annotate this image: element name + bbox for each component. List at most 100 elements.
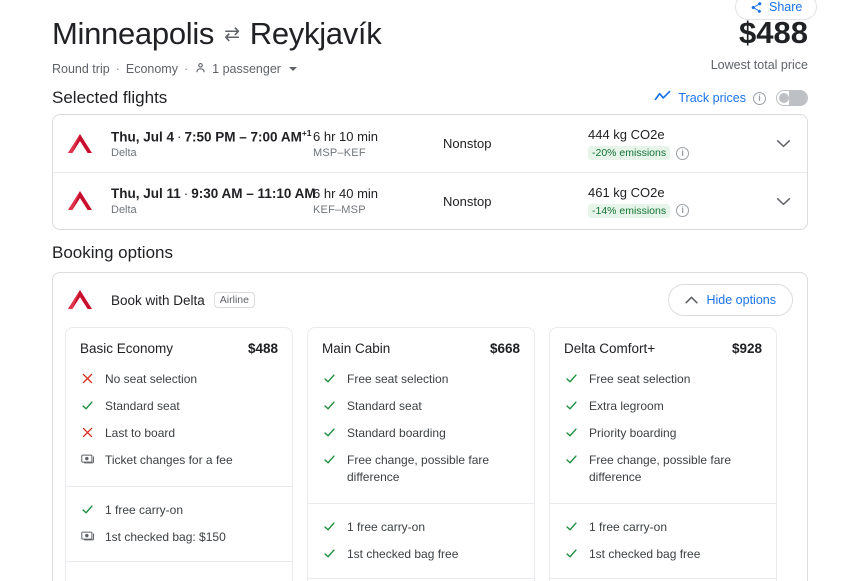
fare-feature-label: Free seat selection xyxy=(347,371,448,388)
flight-row[interactable]: Thu, Jul 4·7:50 PM – 7:00 AM+1Delta6 hr … xyxy=(53,115,807,172)
expand-flight-button[interactable] xyxy=(765,139,791,148)
fare-feature-label: Free seat selection xyxy=(589,371,690,388)
fare-feature: Priority boarding xyxy=(564,420,762,447)
duration-value: 6 hr 10 min xyxy=(313,129,443,144)
check-icon xyxy=(80,502,95,516)
cross-icon xyxy=(80,425,95,439)
emissions-badge: -14% emissions xyxy=(588,204,670,218)
airline-name: Delta xyxy=(111,147,313,159)
stops-label: Nonstop xyxy=(443,136,588,151)
total-price: $488 xyxy=(711,16,808,50)
fare-baggage: 1 free carry-on xyxy=(564,514,762,541)
fare-name: Main Cabin xyxy=(322,341,390,356)
check-icon xyxy=(564,425,579,439)
fare-baggage-label: 1st checked bag free xyxy=(347,546,458,563)
provider-logo xyxy=(67,289,111,311)
info-icon[interactable]: i xyxy=(676,204,689,217)
check-icon xyxy=(322,371,337,385)
fare-column: Basic Economy$488No seat selectionStanda… xyxy=(65,327,293,581)
airline-logo xyxy=(67,133,111,155)
fare-feature-label: Free change, possible fare difference xyxy=(347,452,519,486)
chevron-up-icon xyxy=(685,293,698,307)
selected-flights-header: Selected flights Track prices i xyxy=(52,88,808,108)
fare-baggage-label: 1 free carry-on xyxy=(105,502,183,519)
flight-when: Thu, Jul 4·7:50 PM – 7:00 AM+1Delta xyxy=(111,128,313,160)
fare-feature-list: Free seat selection Standard seat Standard… xyxy=(308,358,534,503)
fare-baggage: 1st checked bag free xyxy=(564,541,762,568)
fare-column: Main Cabin $668 Free seat selection Standar… xyxy=(307,327,535,581)
check-icon xyxy=(564,546,579,560)
airline-logo xyxy=(67,190,111,212)
flight-times: 7:50 PM – 7:00 AM xyxy=(185,129,302,144)
origin-city: Minneapolis xyxy=(52,16,214,52)
hide-options-label: Hide options xyxy=(707,293,777,307)
fare-baggage: 1st checked bag free xyxy=(322,541,520,568)
share-label: Share xyxy=(769,0,802,14)
stops-label: Nonstop xyxy=(443,194,588,209)
check-icon xyxy=(564,371,579,385)
money-icon xyxy=(80,452,95,465)
check-icon xyxy=(322,546,337,560)
flight-row[interactable]: Thu, Jul 11·9:30 AM – 11:10 AMDelta6 hr … xyxy=(53,172,807,229)
provider-row: Book with Delta Airline Hide options xyxy=(53,273,807,327)
share-icon xyxy=(750,1,763,14)
fare-column-spacer xyxy=(293,327,307,581)
booking-options-header: Booking options xyxy=(52,243,808,263)
fare-feature-label: Free change, possible fare difference xyxy=(589,452,761,486)
emissions-block: 444 kg CO2e-20% emissionsi xyxy=(588,127,765,160)
fare-feature-label: No seat selection xyxy=(105,371,197,388)
fare-feature-label: Priority boarding xyxy=(589,425,676,442)
fare-feature-list: Free seat selectionExtra legroomPriority… xyxy=(550,358,776,503)
booking-options-title: Booking options xyxy=(52,243,173,263)
passenger-count: 1 passenger xyxy=(212,62,281,76)
toggle-knob xyxy=(779,93,789,103)
expand-flight-button[interactable] xyxy=(765,197,791,206)
fare-baggage: 1 free carry-on xyxy=(80,497,278,524)
fare-column: Delta Comfort+ $928 Free seat selectionExt… xyxy=(549,327,777,581)
cross-icon xyxy=(80,371,95,385)
fare-feature: Ticket changes for a fee xyxy=(80,447,278,474)
fare-baggage-list: 1 free carry-on 1st checked bag: $150 xyxy=(66,487,292,561)
fare-baggage: 1 free carry-on xyxy=(322,514,520,541)
fare-header: Main Cabin $668 xyxy=(308,328,534,358)
fare-baggage-label: 1st checked bag: $150 xyxy=(105,529,226,546)
separator-2: · xyxy=(184,62,188,76)
destination-city: Reykjavík xyxy=(250,16,382,52)
cabin-class[interactable]: Economy xyxy=(126,62,178,76)
flight-when: Thu, Jul 11·9:30 AM – 11:10 AMDelta xyxy=(111,186,313,216)
selected-flights-card: Thu, Jul 4·7:50 PM – 7:00 AM+1Delta6 hr … xyxy=(52,114,808,230)
fare-price: $928 xyxy=(732,341,762,356)
emissions-badge: -20% emissions xyxy=(588,146,670,160)
fare-feature: Last to board xyxy=(80,420,278,447)
fare-price: $668 xyxy=(490,341,520,356)
info-icon[interactable]: i xyxy=(753,92,766,105)
track-prices-label: Track prices xyxy=(678,91,746,105)
track-prices-control[interactable]: Track prices i xyxy=(654,90,808,106)
page-title: Minneapolis ⇄ Reykjavík xyxy=(52,16,381,52)
trip-type[interactable]: Round trip xyxy=(52,62,110,76)
check-icon xyxy=(564,519,579,533)
flight-duration: 6 hr 40 min KEF–MSP xyxy=(313,186,443,216)
fare-feature-label: Standard boarding xyxy=(347,425,446,442)
flight-date: Thu, Jul 11 xyxy=(111,186,181,201)
flight-times: 9:30 AM – 11:10 AM xyxy=(191,186,315,201)
fare-baggage-list: 1 free carry-on 1st checked bag free xyxy=(550,504,776,578)
fare-name: Delta Comfort+ xyxy=(564,341,655,356)
passenger-selector[interactable]: 1 passenger xyxy=(194,61,297,77)
selected-flights-title: Selected flights xyxy=(52,88,167,108)
check-icon xyxy=(322,425,337,439)
info-icon[interactable]: i xyxy=(676,147,689,160)
delta-logo-icon xyxy=(67,133,93,155)
route-code: KEF–MSP xyxy=(313,204,443,216)
fare-divider-2 xyxy=(66,561,292,562)
fare-feature-label: Ticket changes for a fee xyxy=(105,452,233,469)
duration-value: 6 hr 40 min xyxy=(313,186,443,201)
fare-baggage-label: 1st checked bag free xyxy=(589,546,700,563)
route-code: MSP–KEF xyxy=(313,147,443,159)
check-icon xyxy=(322,452,337,466)
track-prices-toggle[interactable] xyxy=(776,90,808,106)
total-price-block: $488 Lowest total price xyxy=(711,16,808,72)
fare-feature: Standard seat xyxy=(322,393,520,420)
fare-columns: Basic Economy$488No seat selectionStanda… xyxy=(53,327,807,581)
hide-options-button[interactable]: Hide options xyxy=(668,284,794,316)
